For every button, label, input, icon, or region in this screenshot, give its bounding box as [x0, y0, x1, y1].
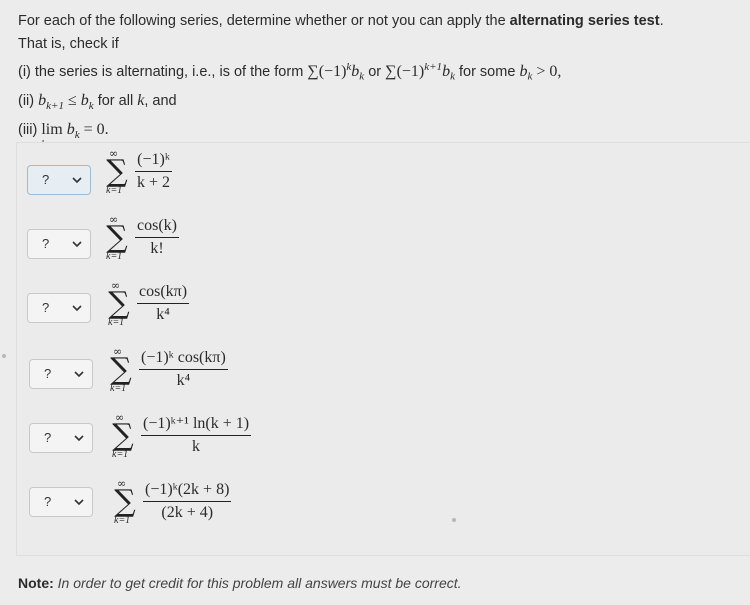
numerator: cos(kπ) — [139, 283, 188, 300]
series-answer-panel: ? ∞ ∑ k=1 (−1)ᵏ k + 2 ? ∞ ∑ k=1 cos(k) k… — [16, 142, 750, 556]
denominator: k⁴ — [176, 372, 191, 389]
chevron-down-icon — [74, 499, 84, 506]
answer-select-4[interactable]: ? — [29, 359, 93, 389]
decorative-dot — [2, 354, 6, 358]
series-row-2: ? ∞ ∑ k=1 cos(k) k! — [17, 213, 750, 275]
condition-i: (i) the series is alternating, i.e., is … — [18, 61, 562, 83]
problem-instructions: For each of the following series, determ… — [18, 10, 738, 150]
credit-note: Note: In order to get credit for this pr… — [18, 575, 462, 591]
alternating-series-test-term: alternating series test — [509, 13, 660, 29]
chevron-down-icon — [74, 435, 84, 442]
series-row-6: ? ∞ ∑ k=1 (−1)ᵏ(2k + 8) (2k + 4) — [17, 477, 750, 539]
numerator: (−1)ᵏ cos(kπ) — [141, 349, 226, 366]
series-row-1: ? ∞ ∑ k=1 (−1)ᵏ k + 2 — [17, 147, 750, 209]
chevron-down-icon — [74, 371, 84, 378]
answer-select-5[interactable]: ? — [29, 423, 93, 453]
denominator: k + 2 — [137, 174, 171, 191]
answer-select-1[interactable]: ? — [27, 165, 91, 195]
decorative-dot — [452, 518, 456, 522]
answer-select-6[interactable]: ? — [29, 487, 93, 517]
sigma-symbol: ∑ — [114, 484, 136, 519]
numerator: (−1)ᵏ⁺¹ ln(k + 1) — [143, 415, 250, 432]
intro-line-2: That is, check if — [18, 36, 119, 52]
denominator: k — [192, 438, 201, 455]
sigma-symbol: ∑ — [108, 286, 130, 321]
chevron-down-icon — [72, 177, 82, 184]
sigma-symbol: ∑ — [112, 418, 134, 453]
denominator: k⁴ — [156, 306, 170, 323]
numerator: (−1)ᵏ(2k + 8) — [145, 481, 230, 498]
sigma-symbol: ∑ — [106, 154, 128, 189]
series-row-4: ? ∞ ∑ k=1 (−1)ᵏ cos(kπ) k⁴ — [17, 345, 750, 407]
denominator: k! — [150, 240, 164, 257]
condition-ii: (ii) bk+1 ≤ bk for all k, and — [18, 91, 177, 112]
chevron-down-icon — [72, 305, 82, 312]
intro-line-1: For each of the following series, determ… — [18, 13, 664, 29]
answer-select-3[interactable]: ? — [27, 293, 91, 323]
denominator: (2k + 4) — [161, 504, 214, 521]
series-row-5: ? ∞ ∑ k=1 (−1)ᵏ⁺¹ ln(k + 1) k — [17, 411, 750, 473]
numerator: (−1)ᵏ — [137, 151, 170, 168]
numerator: cos(k) — [137, 217, 177, 234]
answer-select-2[interactable]: ? — [27, 229, 91, 259]
chevron-down-icon — [72, 241, 82, 248]
sigma-symbol: ∑ — [110, 352, 132, 387]
series-row-3: ? ∞ ∑ k=1 cos(kπ) k⁴ — [17, 279, 750, 341]
sigma-symbol: ∑ — [106, 220, 128, 255]
